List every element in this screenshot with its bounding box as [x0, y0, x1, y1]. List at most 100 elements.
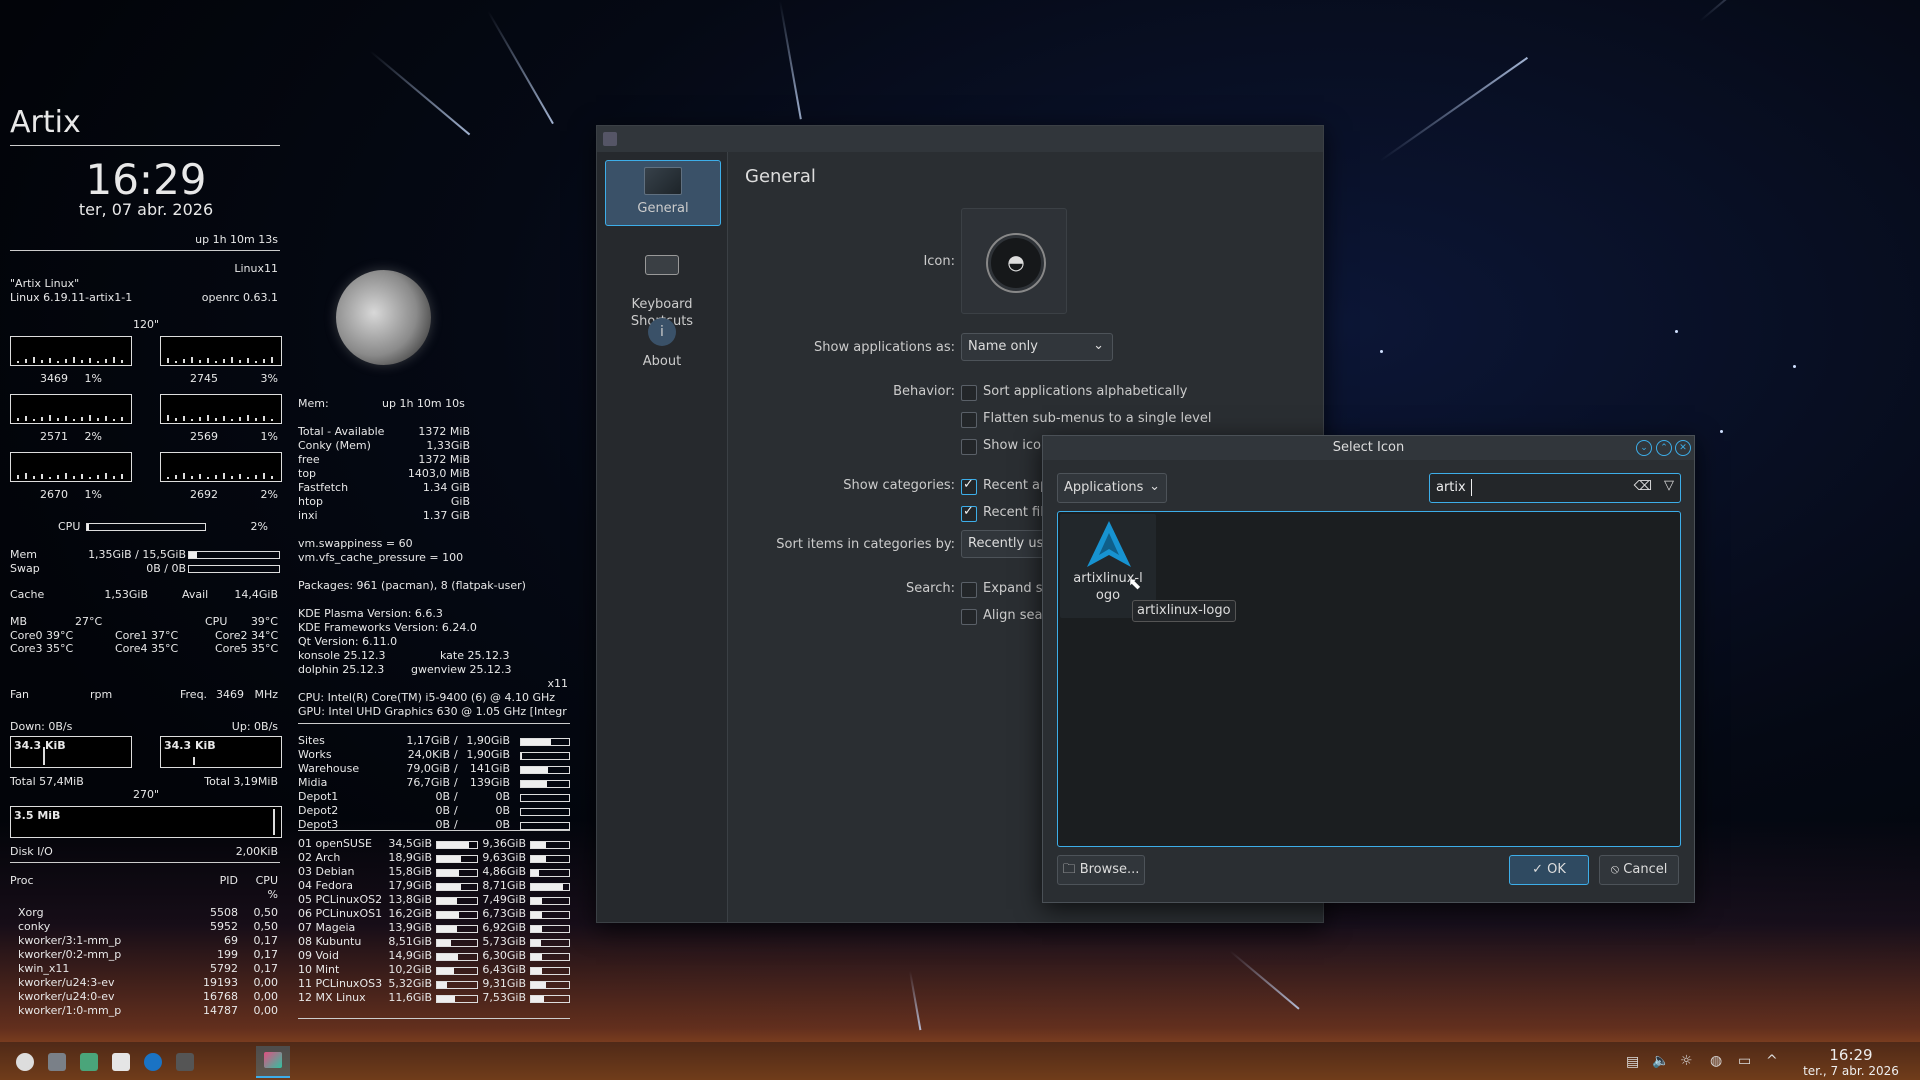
distro-bar-b-fill	[531, 912, 543, 918]
conky-graph-label: 120"	[132, 318, 160, 331]
dialog-titlebar[interactable]: Select Icon ⌄ ⌃ ✕	[1043, 436, 1694, 460]
distro-bar-b	[530, 869, 570, 877]
cpu-pct: 2%	[250, 520, 268, 533]
icon-context-combo[interactable]: Applications ⌄	[1057, 473, 1167, 503]
proc-cpu: 0,17	[253, 962, 279, 975]
graph-spike	[33, 419, 35, 421]
graph-spike	[89, 358, 91, 363]
disk-bar	[520, 822, 570, 830]
distro-bar-b	[530, 925, 570, 933]
clear-text-icon[interactable]: ⌫	[1634, 479, 1652, 494]
browse-button[interactable]: 🗀 Browse...	[1057, 855, 1145, 885]
disk-total: 0B	[495, 804, 510, 817]
graph-spike	[57, 475, 59, 479]
distro-bar-b-fill	[531, 926, 543, 932]
graph-spike	[223, 359, 225, 363]
tray-volume-icon[interactable]: 🔈	[1652, 1053, 1669, 1069]
disk-bar-fill	[521, 739, 551, 745]
close-icon[interactable]: ✕	[1675, 440, 1691, 456]
distro-bar-b	[530, 911, 570, 919]
graph-spike	[89, 415, 91, 421]
page-title: General	[745, 166, 816, 187]
graph-spike	[167, 415, 169, 421]
tray-display-icon[interactable]: ▭	[1738, 1053, 1751, 1069]
core-pct: 2%	[260, 488, 278, 501]
settings-app-icon[interactable]	[48, 1053, 66, 1071]
icon-grid: artixlinux-logo artixlinux-logo ⬉	[1057, 511, 1681, 847]
proc-header-cpu: CPU	[255, 874, 278, 887]
graph-spike	[17, 475, 19, 479]
proc-cpu: 0,50	[253, 906, 279, 919]
graph-spike	[263, 473, 265, 479]
tray-network-icon[interactable]: ◍	[1710, 1053, 1722, 1069]
recent-apps-checkbox[interactable]	[961, 477, 977, 495]
maximize-icon[interactable]: ⌃	[1656, 440, 1672, 456]
distro-b: 7,49GiB	[482, 893, 526, 906]
mem-row-value: GiB	[450, 495, 470, 508]
dolphin-version: dolphin 25.12.3	[298, 663, 385, 676]
select-icon-dialog: Select Icon ⌄ ⌃ ✕ Applications ⌄ artix ⌫…	[1042, 435, 1695, 903]
conky-hostname: Artix	[10, 105, 81, 140]
conky-left-panel: Artix 16:29 ter, 07 abr. 2026 up 1h 10m …	[10, 100, 282, 1020]
minimize-icon[interactable]: ⌄	[1636, 440, 1652, 456]
graph-spike	[255, 418, 257, 421]
graph-spike	[247, 477, 249, 479]
sidebar-item-general[interactable]: General	[605, 160, 721, 226]
tray-clipboard-icon[interactable]: ▤	[1626, 1054, 1639, 1070]
disk-total: 0B	[495, 790, 510, 803]
ok-button[interactable]: ✓ OK	[1509, 855, 1589, 885]
dialog-title: Select Icon	[1332, 440, 1405, 455]
tray-expand-icon[interactable]: ^	[1766, 1053, 1778, 1069]
distro-bar-b-fill	[531, 982, 547, 988]
graph-spike	[105, 416, 107, 421]
core-temp: Core5 35°C	[215, 642, 279, 655]
qt-version: Qt Version: 6.11.0	[298, 635, 398, 648]
graph-spike	[57, 361, 59, 363]
graph-spike	[175, 475, 177, 479]
graph-spike	[41, 360, 43, 363]
conky-init: openrc 0.63.1	[201, 291, 278, 304]
tray-clock[interactable]: 16:29 ter., 7 abr. 2026	[1796, 1046, 1906, 1078]
tray-brightness-icon[interactable]: ☼	[1680, 1053, 1693, 1069]
recent-files-checkbox[interactable]	[961, 504, 977, 522]
align-search-checkbox[interactable]	[961, 609, 977, 625]
disk-graph-label: 270"	[132, 788, 160, 801]
document-icon[interactable]	[112, 1053, 130, 1071]
sidebar-item-keyboard-shortcuts[interactable]: Keyboard Shortcuts	[605, 236, 719, 329]
expand-search-checkbox[interactable]	[961, 582, 977, 598]
core-temp: Core2 34°C	[215, 629, 279, 642]
settings-sidebar: General Keyboard Shortcuts i About	[597, 152, 728, 922]
graph-spike	[65, 416, 67, 421]
icon-search-input[interactable]: artix ⌫ ▽	[1429, 473, 1681, 503]
graph-spike	[121, 360, 123, 363]
flatten-checkbox[interactable]	[961, 412, 977, 428]
filter-icon[interactable]: ▽	[1664, 478, 1674, 493]
settings-titlebar[interactable]	[597, 126, 1323, 152]
sidebar-item-about[interactable]: i About	[605, 314, 719, 378]
chevron-down-icon: ⌄	[1149, 479, 1160, 494]
cancel-button[interactable]: ⦸ Cancel	[1599, 855, 1679, 885]
icon-button[interactable]: ◓	[961, 208, 1067, 314]
proc-cpu: 0,00	[253, 990, 279, 1003]
show-apps-combo[interactable]: Name only ⌄	[961, 333, 1113, 361]
graph-spike	[255, 475, 257, 479]
graph-spike	[199, 417, 201, 421]
browser-icon[interactable]	[144, 1053, 162, 1071]
graph-spike	[73, 476, 75, 479]
session-type: x11	[547, 677, 568, 690]
file-manager-icon[interactable]	[80, 1053, 98, 1071]
graph-spike	[167, 358, 169, 363]
terminal-icon[interactable]	[176, 1053, 194, 1071]
app-launcher-icon[interactable]	[16, 1053, 34, 1071]
core-temp: Core1 37°C	[115, 629, 179, 642]
task-settings-window[interactable]	[256, 1046, 290, 1078]
root-icons-checkbox[interactable]	[961, 439, 977, 455]
disk-io-value: 2,00KiB	[235, 845, 278, 858]
graph-spike	[65, 359, 67, 363]
sort-alpha-checkbox[interactable]	[961, 385, 977, 401]
graph-spike	[113, 357, 115, 363]
graph-spike	[199, 360, 201, 363]
disk-bar	[520, 752, 570, 760]
down-graph: 34.3 KiB	[10, 736, 132, 768]
graph-spike	[255, 361, 257, 363]
